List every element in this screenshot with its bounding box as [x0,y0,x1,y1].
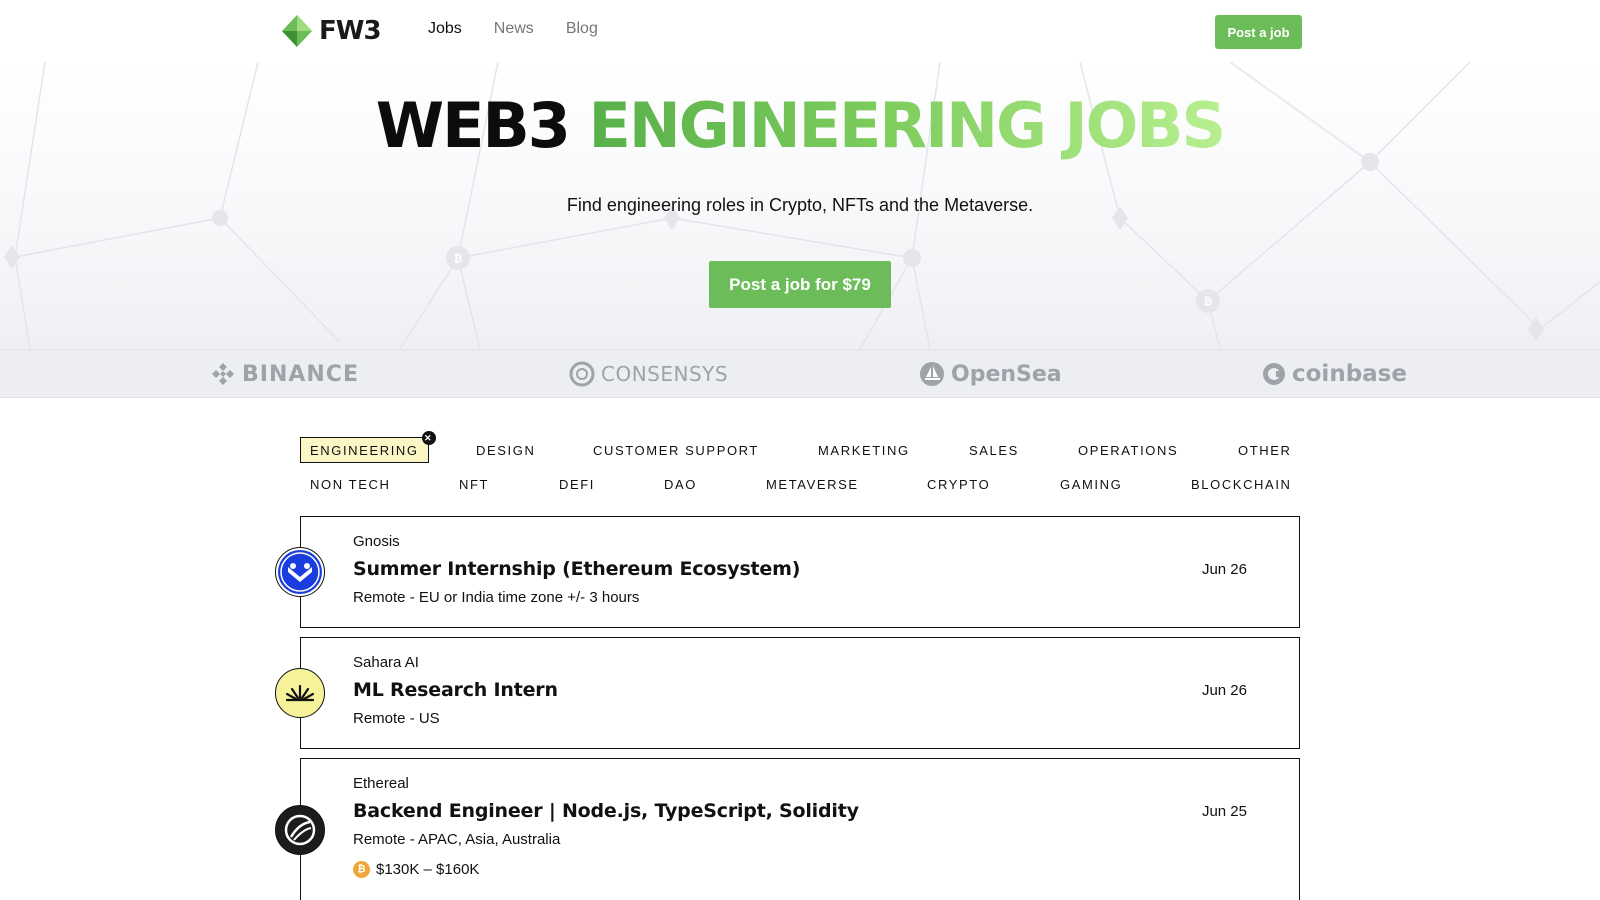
hero-title: WEB3 ENGINEERING JOBS [0,95,1600,157]
main-nav: Jobs News Blog [428,20,598,38]
company-name: Sahara AI [353,654,419,671]
hero-title-engineering-jobs: ENGINEERING JOBS [588,89,1227,162]
category-non-tech[interactable]: NON TECH [300,471,400,497]
consensys-icon [569,361,595,387]
salary-range: $130K – $160K [376,861,480,878]
company-logo-sahara-ai [275,668,325,718]
gnosis-owl-icon [278,550,322,594]
job-card-sahara-ai[interactable]: Sahara AI ML Research Intern Remote - US… [275,637,1300,749]
fw3-diamond-icon [282,15,312,47]
category-crypto[interactable]: CRYPTO [917,471,1000,497]
partner-logos-strip: BINANCE CONSENSYS OpenSea coinbase [0,349,1600,398]
category-defi[interactable]: DEFI [549,471,605,497]
category-nft[interactable]: NFT [449,471,499,497]
category-label: ENGINEERING [310,442,419,458]
category-engineering[interactable]: ENGINEERING ✕ [300,431,436,463]
hero-section: ₿ ₿ WEB3 ENGINEERING JOBS Find engineeri… [0,62,1600,349]
post-job-cta-button[interactable]: Post a job for $79 [709,261,891,308]
job-date: Jun 26 [1201,682,1247,699]
binance-logo: BINANCE [210,359,359,389]
category-dao[interactable]: DAO [654,471,707,497]
sahara-sun-icon [285,684,315,702]
brand-name-binance: BINANCE [242,361,359,387]
company-name: Ethereal [353,775,409,792]
fw3-logo-link[interactable]: FW3 [281,14,382,48]
svg-text:₿: ₿ [454,252,463,265]
company-logo-ethereal [275,805,325,855]
job-title[interactable]: Summer Internship (Ethereum Ecosystem) [353,558,800,580]
nav-jobs-link[interactable]: Jobs [428,20,462,38]
close-icon[interactable]: ✕ [421,431,436,445]
category-operations[interactable]: OPERATIONS [1068,437,1188,463]
opensea-icon [920,362,944,386]
category-design[interactable]: DESIGN [466,437,545,463]
job-salary: ₿ $130K – $160K [353,861,479,878]
company-logo-gnosis [275,547,325,597]
logo-text: FW3 [319,16,382,46]
svg-text:₿: ₿ [1204,295,1213,308]
job-location: Remote - US [353,710,440,727]
nav-blog-link[interactable]: Blog [566,20,598,38]
ethereal-leaf-icon [284,814,316,846]
post-a-job-button[interactable]: Post a job [1215,15,1302,49]
coinbase-logo: coinbase [1262,359,1407,389]
job-date: Jun 25 [1201,803,1247,820]
bitcoin-coin-icon: ₿ [353,861,370,878]
coinbase-icon [1263,363,1285,385]
job-date: Jun 26 [1201,561,1247,578]
job-card-gnosis[interactable]: Gnosis Summer Internship (Ethereum Ecosy… [275,516,1300,628]
category-metaverse[interactable]: METAVERSE [756,471,869,497]
category-sales[interactable]: SALES [959,437,1029,463]
job-location: Remote - EU or India time zone +/- 3 hou… [353,589,640,606]
category-filters: ENGINEERING ✕ DESIGN CUSTOMER SUPPORT MA… [300,431,1302,505]
company-name: Gnosis [353,533,400,550]
category-other[interactable]: OTHER [1228,437,1302,463]
job-title[interactable]: ML Research Intern [353,679,558,701]
brand-name-consensys: CONSENSYS [601,362,729,386]
binance-icon [212,363,234,385]
opensea-logo: OpenSea [919,359,1062,389]
job-card-ethereal[interactable]: Ethereal Backend Engineer | Node.js, Typ… [275,758,1300,900]
job-title[interactable]: Backend Engineer | Node.js, TypeScript, … [353,800,859,822]
hero-title-web3: WEB3 [375,89,571,162]
category-row-2: NON TECH NFT DEFI DAO METAVERSE CRYPTO G… [300,471,1300,505]
nav-news-link[interactable]: News [494,20,534,38]
brand-name-opensea: OpenSea [951,361,1062,387]
consensys-logo: CONSENSYS [569,359,728,389]
hero-subtitle: Find engineering roles in Crypto, NFTs a… [566,195,1034,215]
category-row-1: ENGINEERING ✕ DESIGN CUSTOMER SUPPORT MA… [300,431,1302,471]
category-gaming[interactable]: GAMING [1050,471,1132,497]
category-blockchain[interactable]: BLOCKCHAIN [1181,471,1302,497]
top-navigation-bar: FW3 Jobs News Blog Post a job [0,0,1600,62]
brand-name-coinbase: coinbase [1292,361,1407,387]
category-customer-support[interactable]: CUSTOMER SUPPORT [583,437,769,463]
job-location: Remote - APAC, Asia, Australia [353,831,561,848]
category-marketing[interactable]: MARKETING [808,437,920,463]
